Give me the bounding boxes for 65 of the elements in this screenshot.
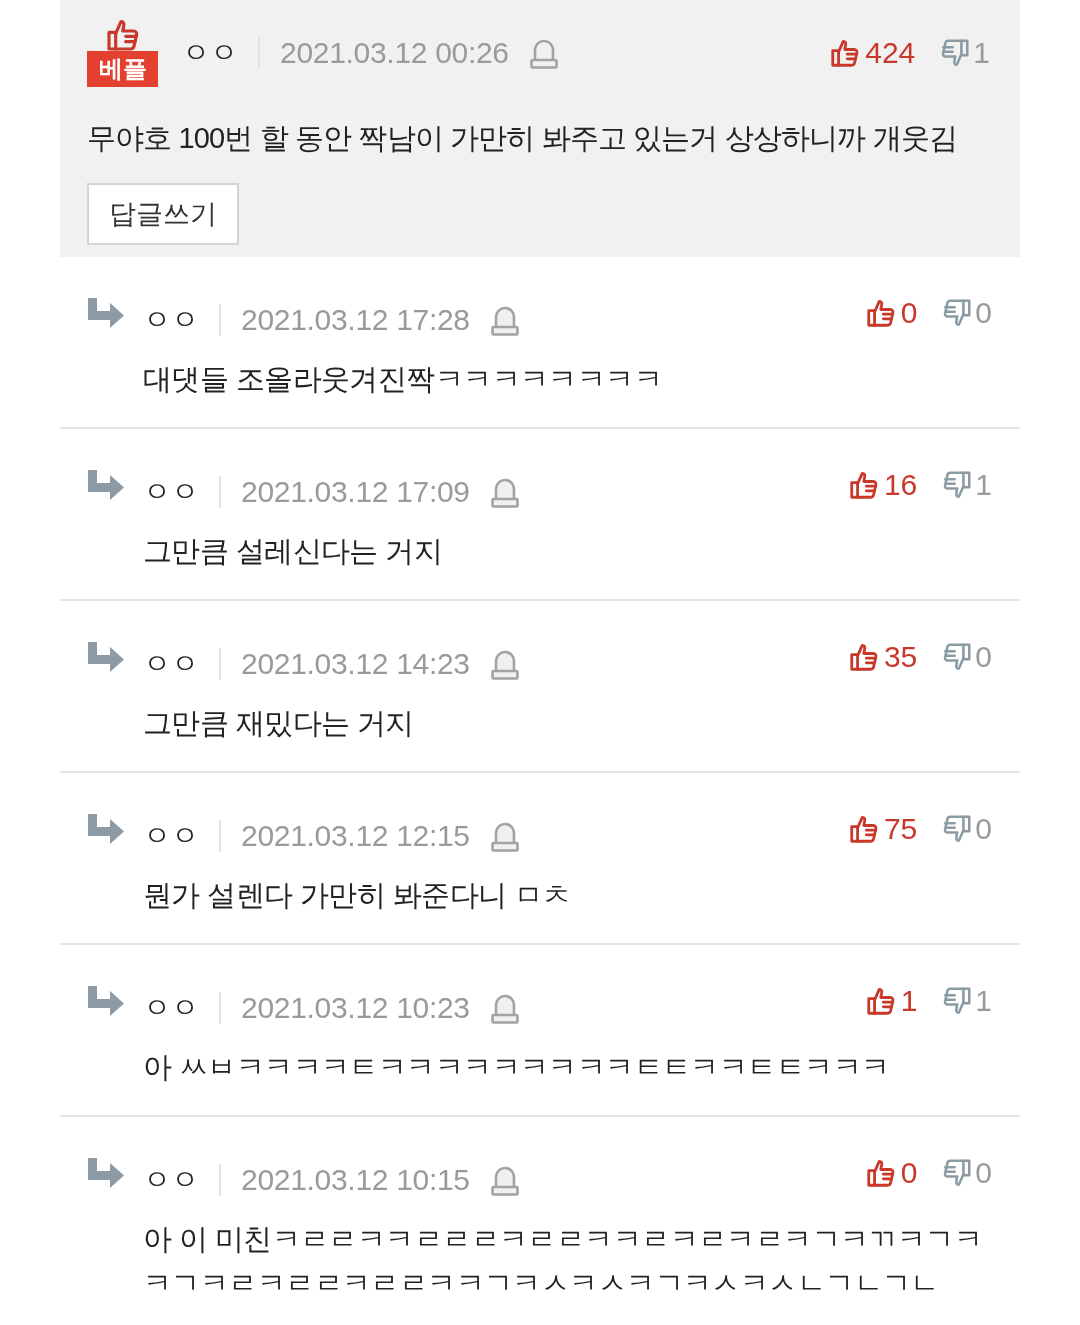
best-badge: 베플	[87, 51, 158, 87]
thumbs-down-icon	[943, 299, 972, 327]
post-date: 2021.03.12 00:26	[280, 38, 509, 68]
thumbs-up-icon	[831, 39, 860, 67]
author-name: ㅇㅇ	[143, 650, 199, 678]
dislike-button[interactable]: 0	[943, 642, 992, 672]
thumbs-up-icon	[849, 471, 878, 499]
thumbs-down-icon	[941, 39, 970, 67]
comment-text: 아 이 미친ㅋㄹㄹㅋㅋㄹㄹㄹㅋㄹㄹㅋㅋㄹㅋㄹㅋㄹㅋㄱㅋㄲㅋㄱㅋㅋㄱㅋㄹㅋㄹㄹㅋㄹㄹㅋㅋㄱㅋㅅㅋㅅㅋㄱㅋㅅㅋㅅㄴㄱㄴㄱㄴ	[143, 1222, 984, 1301]
reply-arrow-icon	[87, 814, 125, 844]
like-button[interactable]: 1	[866, 986, 918, 1016]
comment-text: 뭔가 설렌다 가만히 봐준다니 ㅁㅊ	[143, 878, 572, 913]
post-date: 2021.03.12 17:28	[241, 305, 470, 335]
post-date: 2021.03.12 12:15	[241, 821, 470, 851]
comment-text: 그만큼 설레신다는 거지	[143, 534, 444, 569]
thumbs-up-icon	[866, 987, 895, 1015]
dislike-button[interactable]: 1	[941, 38, 990, 68]
post-date: 2021.03.12 10:15	[241, 1165, 470, 1195]
siren-icon[interactable]	[489, 648, 520, 680]
thumbs-up-icon	[849, 815, 878, 843]
thumbs-down-icon	[943, 1159, 972, 1187]
author-name: ㅇㅇ	[143, 478, 199, 506]
post-date: 2021.03.12 14:23	[241, 649, 470, 679]
reply-arrow-icon	[87, 298, 125, 328]
like-button[interactable]: 75	[849, 814, 918, 844]
thumbs-down-icon	[943, 987, 972, 1015]
siren-icon[interactable]	[489, 1164, 520, 1196]
reply-button[interactable]: 답글쓰기	[87, 183, 239, 245]
dislike-button[interactable]: 0	[943, 1158, 992, 1188]
comment-text: 아 ㅆㅂㅋㅋㅋㅋㅌㅋㅋㅋㅋㅋㅋㅋㅋㅋㅌㅌㅋㅋㅌㅌㅋㅋㅋ	[143, 1050, 891, 1085]
siren-icon[interactable]	[489, 820, 520, 852]
siren-icon[interactable]	[489, 304, 520, 336]
like-button[interactable]: 0	[866, 1158, 918, 1188]
comment-text: 그만큼 재밌다는 거지	[143, 706, 415, 741]
reply-arrow-icon	[87, 470, 125, 500]
reply-arrow-icon	[87, 1158, 125, 1188]
reply-arrow-icon	[87, 986, 125, 1016]
thumbs-up-icon	[866, 1159, 895, 1187]
siren-icon[interactable]	[528, 37, 559, 69]
post-date: 2021.03.12 17:09	[241, 477, 470, 507]
thumbs-down-icon	[943, 815, 972, 843]
author-name: ㅇㅇ	[143, 994, 199, 1022]
dislike-button[interactable]: 0	[943, 298, 992, 328]
author-name: ㅇㅇ	[143, 1166, 199, 1194]
author-name: ㅇㅇ	[143, 822, 199, 850]
like-button[interactable]: 35	[849, 642, 918, 672]
dislike-button[interactable]: 1	[943, 470, 992, 500]
dislike-button[interactable]: 1	[943, 986, 992, 1016]
dislike-button[interactable]: 0	[943, 814, 992, 844]
thumbs-up-icon	[106, 19, 139, 51]
post-date: 2021.03.12 10:23	[241, 993, 470, 1023]
like-button[interactable]: 424	[831, 38, 916, 68]
author-name: ㅇㅇ	[143, 306, 199, 334]
thumbs-up-icon	[849, 643, 878, 671]
thumbs-down-icon	[943, 643, 972, 671]
siren-icon[interactable]	[489, 476, 520, 508]
siren-icon[interactable]	[489, 992, 520, 1024]
comment-text: 무야호 100번 할 동안 짝남이 가만히 봐주고 있는거 상상하니까 개웃김	[87, 121, 958, 156]
author-name: ㅇㅇ	[182, 39, 238, 67]
comment-text: 대댓들 조올라웃겨진짝ㅋㅋㅋㅋㅋㅋㅋㅋ	[143, 362, 664, 397]
like-button[interactable]: 16	[849, 470, 918, 500]
thumbs-down-icon	[943, 471, 972, 499]
reply-arrow-icon	[87, 642, 125, 672]
like-button[interactable]: 0	[866, 298, 918, 328]
thumbs-up-icon	[866, 299, 895, 327]
